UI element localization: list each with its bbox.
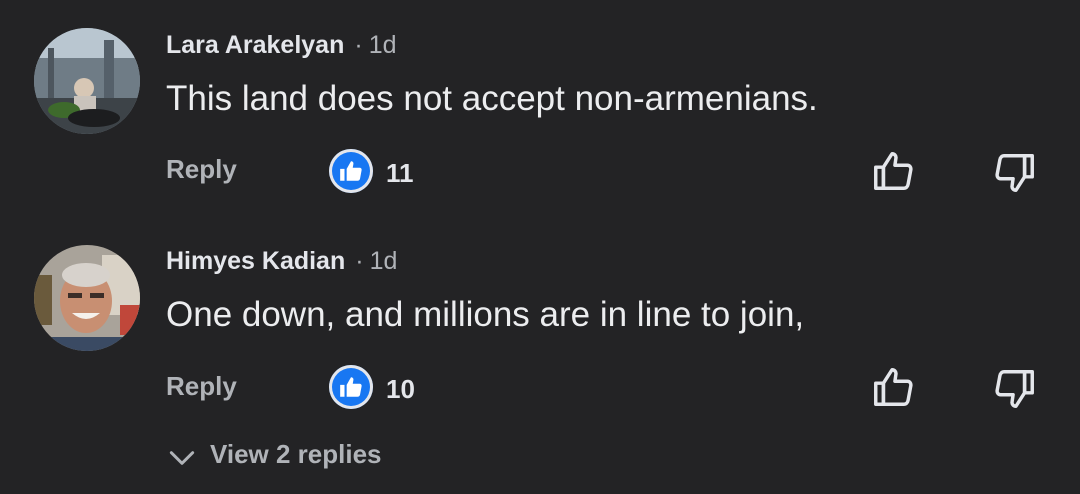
thumbs-down-icon[interactable] [992, 366, 1038, 412]
comment-meta: Lara Arakelyan · 1d [166, 31, 397, 60]
view-replies-button[interactable]: View 2 replies [166, 434, 382, 474]
thumbs-down-icon[interactable] [992, 150, 1038, 196]
avatar[interactable] [34, 28, 140, 134]
comment-text: One down, and millions are in line to jo… [166, 295, 805, 334]
timestamp: 1d [369, 247, 398, 275]
comment-meta: Himyes Kadian · 1d [166, 247, 397, 276]
separator: · [355, 247, 364, 275]
separator: · [354, 31, 363, 59]
like-count[interactable]: 11 [386, 158, 414, 189]
reply-button[interactable]: Reply [166, 371, 237, 402]
view-replies-label: View 2 replies [210, 438, 382, 469]
author-name[interactable]: Himyes Kadian [166, 247, 345, 275]
thumbs-up-icon[interactable] [870, 148, 916, 194]
like-reaction-icon [329, 365, 373, 409]
author-name[interactable]: Lara Arakelyan [166, 31, 344, 59]
timestamp: 1d [368, 31, 397, 59]
comment-text: This land does not accept non-armenians. [166, 79, 818, 118]
like-count[interactable]: 10 [386, 374, 415, 405]
thumbs-up-icon[interactable] [870, 364, 916, 410]
like-reaction-icon [329, 149, 373, 193]
reply-button[interactable]: Reply [166, 154, 237, 185]
avatar[interactable] [34, 245, 140, 351]
chevron-down-icon [166, 442, 198, 474]
